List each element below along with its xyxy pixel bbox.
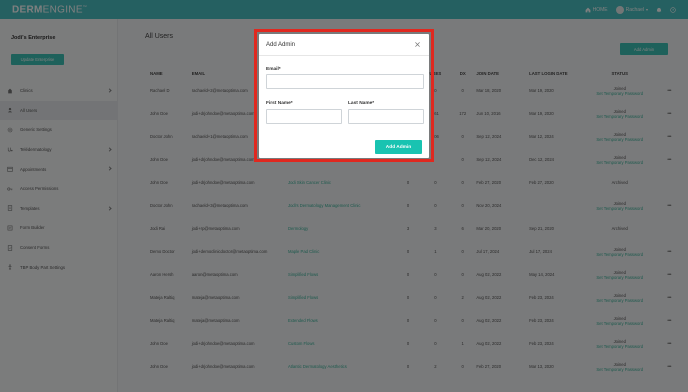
last-name-field[interactable]: [348, 109, 424, 124]
modal-divider: [259, 55, 429, 56]
modal-title: Add Admin: [266, 42, 296, 48]
first-name-label: First Name*: [266, 101, 293, 106]
last-name-label: Last Name*: [348, 101, 375, 106]
add-admin-submit-button[interactable]: Add Admin: [375, 140, 422, 154]
close-icon[interactable]: [414, 41, 421, 48]
email-field[interactable]: [266, 74, 424, 89]
email-label: Email*: [266, 67, 281, 72]
add-admin-modal: Add Admin Email* First Name* Last Name* …: [259, 34, 429, 158]
first-name-field[interactable]: [266, 109, 342, 124]
